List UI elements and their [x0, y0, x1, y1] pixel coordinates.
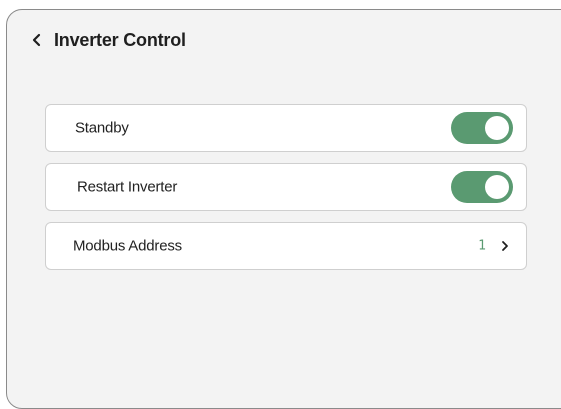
page-title: Inverter Control: [54, 29, 186, 50]
modbus-address-value: 1: [478, 238, 486, 254]
standby-toggle[interactable]: [451, 112, 513, 144]
setting-row-restart-inverter: Restart Inverter: [45, 163, 527, 211]
setting-label-standby: Standby: [75, 119, 129, 137]
setting-row-standby: Standby: [45, 104, 527, 152]
setting-row-modbus-address[interactable]: Modbus Address 1: [45, 222, 527, 270]
header: Inverter Control: [31, 29, 186, 51]
toggle-knob: [485, 175, 509, 199]
setting-label-modbus-address: Modbus Address: [73, 237, 182, 255]
chevron-right-icon[interactable]: [500, 239, 510, 253]
restart-inverter-toggle[interactable]: [451, 171, 513, 203]
setting-label-restart-inverter: Restart Inverter: [77, 178, 178, 196]
chevron-left-icon[interactable]: [31, 29, 53, 51]
toggle-knob: [485, 116, 509, 140]
